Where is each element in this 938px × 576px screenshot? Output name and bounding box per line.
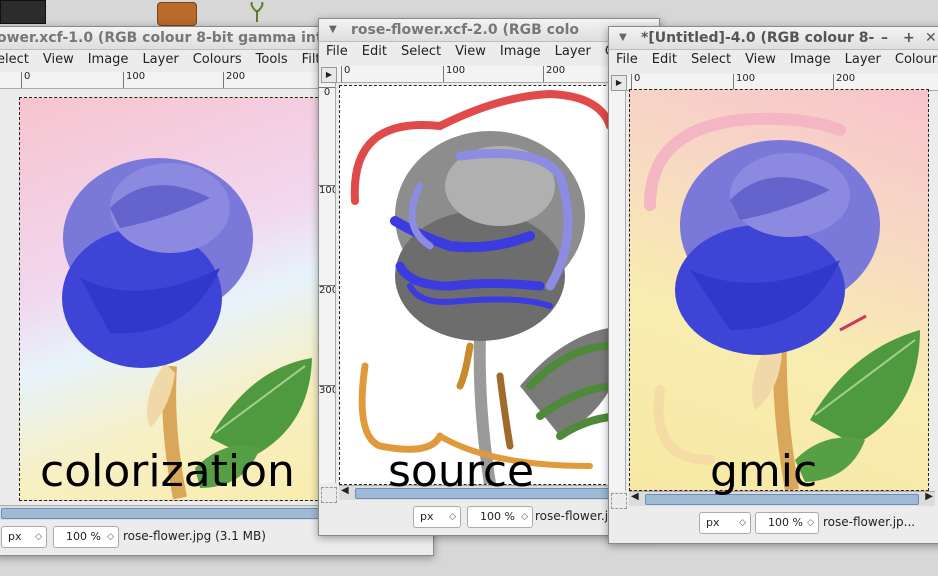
status-text: rose-flower.jp... (823, 515, 916, 529)
gmic-titlebar[interactable]: ▼ *[Untitled]-4.0 (RGB colour 8- – + ✕ (609, 27, 938, 50)
source-image (350, 89, 630, 484)
ruler-tick: 200 (319, 285, 335, 296)
spin-arrows-icon: ◇ (35, 532, 42, 542)
ruler-tick: 100 (733, 74, 755, 90)
menu-colours[interactable]: Colours (888, 50, 938, 70)
window-title: *[Untitled]-4.0 (RGB colour 8- (641, 30, 875, 46)
status-text: rose-flower.jp (535, 509, 616, 523)
menu-select[interactable]: Select (684, 50, 738, 70)
window-menu-icon[interactable]: ▼ (619, 27, 627, 49)
ruler-tick: 200 (833, 74, 855, 90)
unit-value: px (420, 510, 434, 523)
zoom-value: 100 % (66, 530, 101, 543)
caption-colorization: colorization (40, 446, 295, 497)
rose-image (62, 158, 312, 500)
ruler-tick: 0 (319, 87, 335, 98)
menu-view[interactable]: View (448, 42, 493, 62)
ruler-tick: 0 (21, 72, 30, 88)
menu-select[interactable]: Select (394, 42, 448, 62)
unit-value: px (8, 530, 22, 543)
spin-arrows-icon: ◇ (449, 512, 456, 522)
menu-layer[interactable]: Layer (135, 50, 185, 70)
menu-colours[interactable]: Colours (186, 50, 249, 70)
minimize-button[interactable]: – (881, 27, 888, 49)
ruler-tick: 200 (543, 66, 565, 82)
window-menu-icon[interactable]: ▼ (329, 19, 337, 41)
quick-mask-button[interactable] (611, 493, 627, 509)
unit-selector[interactable]: px ◇ (699, 512, 751, 534)
scroll-left-icon[interactable]: ◀ (631, 491, 639, 502)
ruler-tick: 100 (123, 72, 145, 88)
menu-view[interactable]: View (738, 50, 783, 70)
spin-arrows-icon: ◇ (739, 518, 746, 528)
spin-arrows-icon: ◇ (807, 518, 814, 528)
zoom-value: 100 % (768, 516, 803, 529)
menu-tools[interactable]: Tools (249, 50, 295, 70)
menu-file[interactable]: File (609, 50, 645, 70)
status-bar: px ◇ 100 % ◇ rose-flower.jp... (609, 509, 938, 535)
menu-image[interactable]: Image (493, 42, 548, 62)
unit-selector[interactable]: px ◇ (1, 526, 47, 548)
menu-edit[interactable]: Edit (355, 42, 394, 62)
menu-view[interactable]: View (36, 50, 81, 70)
window-title: rose-flower.xcf-2.0 (RGB colo (351, 22, 580, 38)
menu-edit[interactable]: Edit (645, 50, 684, 70)
unit-selector[interactable]: px ◇ (413, 506, 461, 528)
quick-mask-button[interactable] (321, 487, 337, 503)
maximize-button[interactable]: + (903, 27, 915, 49)
menu-file[interactable]: File (319, 42, 355, 62)
ruler-tick: 0 (341, 66, 350, 82)
spin-arrows-icon: ◇ (107, 532, 114, 542)
ruler-tick: 300 (319, 385, 335, 396)
vertical-ruler[interactable]: 0 100 200 300 (319, 83, 336, 483)
vertical-ruler[interactable] (609, 91, 626, 491)
window-title: ower.xcf-1.0 (RGB colour 8-bit gamma int… (0, 30, 333, 46)
menu-layer[interactable]: Layer (838, 50, 888, 70)
zoom-value: 100 % (480, 510, 515, 523)
menu-image[interactable]: Image (81, 50, 136, 70)
navigate-button[interactable]: ▶ (321, 67, 337, 83)
spin-arrows-icon: ◇ (521, 512, 528, 522)
menu-select[interactable]: elect (0, 50, 36, 70)
menu-image[interactable]: Image (783, 50, 838, 70)
unit-value: px (706, 516, 720, 529)
ruler-tick: 0 (631, 74, 640, 90)
gmic-image (644, 112, 920, 490)
scroll-left-icon[interactable]: ◀ (341, 485, 349, 496)
caption-source: source (388, 446, 535, 497)
close-button[interactable]: ✕ (925, 27, 937, 49)
desktop-plant-icon[interactable] (248, 1, 266, 22)
desktop-monitor-icon[interactable] (0, 0, 46, 24)
gmic-menubar: FileEditSelectViewImageLayerColours (609, 50, 938, 70)
desktop-briefcase-icon[interactable] (157, 2, 197, 26)
zoom-selector[interactable]: 100 % ◇ (755, 512, 819, 534)
zoom-selector[interactable]: 100 % ◇ (467, 506, 533, 528)
ruler-tick: 100 (319, 185, 335, 196)
caption-gmic: gmic (710, 446, 818, 497)
status-text: rose-flower.jpg (3.1 MB) (123, 529, 266, 543)
source-canvas[interactable] (339, 85, 641, 485)
ruler-tick: 200 (223, 72, 245, 88)
colorization-canvas[interactable] (19, 97, 323, 501)
navigate-button[interactable]: ▶ (611, 75, 627, 91)
ruler-tick: 100 (443, 66, 465, 82)
scroll-right-icon[interactable]: ▶ (925, 491, 933, 502)
menu-layer[interactable]: Layer (548, 42, 598, 62)
zoom-selector[interactable]: 100 % ◇ (53, 526, 119, 548)
gmic-canvas[interactable] (629, 89, 929, 491)
